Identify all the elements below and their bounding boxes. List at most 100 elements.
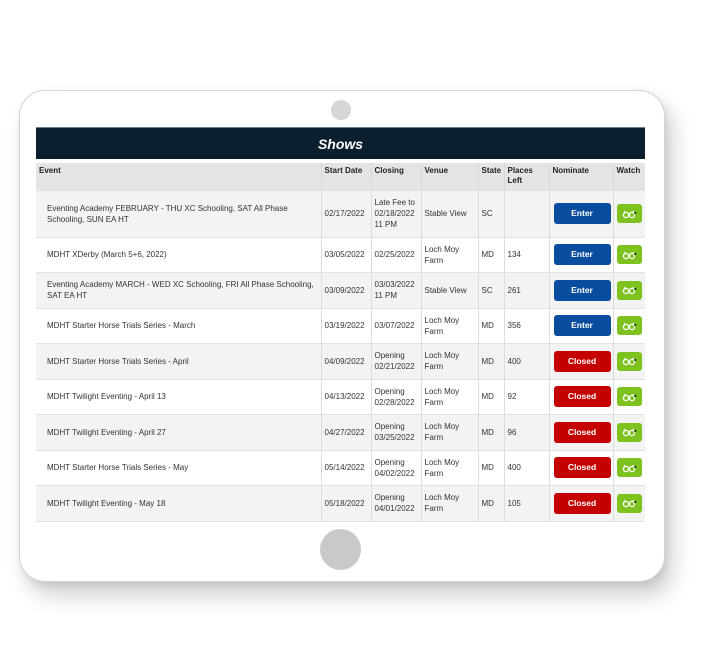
table-row: MDHT Twilight Eventing - April 27 04/27/2… bbox=[36, 414, 645, 451]
event-name: Eventing Academy FEBRUARY - THU XC Schoo… bbox=[47, 203, 288, 224]
cell-closing: Late Fee to 02/18/2022 11 PM bbox=[371, 191, 422, 238]
cell-places-left: 134 bbox=[504, 237, 550, 273]
cell-state: MD bbox=[478, 308, 505, 344]
cell-places-left: 356 bbox=[504, 308, 550, 344]
glasses-plus-icon bbox=[622, 429, 636, 437]
cell-watch bbox=[613, 191, 645, 238]
column-header-places-left[interactable]: Places Left bbox=[504, 163, 550, 191]
column-header-event[interactable]: Event bbox=[36, 163, 322, 191]
glasses-plus-icon bbox=[622, 464, 636, 472]
shows-panel: Shows Event Start Date Closing Venue Sta… bbox=[36, 127, 645, 522]
watch-button[interactable] bbox=[616, 245, 642, 265]
closed-button[interactable]: Closed bbox=[553, 492, 611, 514]
cell-event: MDHT Starter Horse Trials Series - March bbox=[36, 308, 322, 344]
event-name: MDHT Starter Horse Trials Series - April bbox=[47, 356, 189, 366]
column-header-venue[interactable]: Venue bbox=[421, 163, 479, 191]
watch-button[interactable] bbox=[616, 387, 642, 407]
glasses-plus-icon bbox=[622, 251, 636, 259]
cell-event: MDHT Starter Horse Trials Series - April bbox=[36, 343, 322, 380]
column-header-closing[interactable]: Closing bbox=[371, 163, 422, 191]
cell-closing: Opening 04/01/2022 bbox=[371, 485, 422, 522]
cell-watch bbox=[613, 450, 645, 486]
cell-venue: Loch Moy Farm bbox=[421, 379, 479, 415]
cell-event: MDHT Twilight Eventing - May 18 bbox=[36, 485, 322, 522]
closed-button[interactable]: Closed bbox=[553, 350, 611, 372]
cell-places-left: 400 bbox=[504, 343, 550, 380]
cell-nominate: Closed bbox=[549, 414, 614, 451]
watch-button[interactable] bbox=[616, 422, 642, 442]
cell-places-left bbox=[504, 191, 550, 238]
panel-title: Shows bbox=[36, 127, 645, 159]
event-name: Eventing Academy MARCH - WED XC Schoolin… bbox=[47, 280, 314, 301]
cell-event: MDHT Starter Horse Trials Series - May bbox=[36, 450, 322, 486]
cell-watch bbox=[613, 414, 645, 451]
glasses-plus-icon bbox=[622, 358, 636, 366]
cell-watch bbox=[613, 272, 645, 309]
cell-closing: 02/25/2022 bbox=[371, 237, 422, 273]
cell-closing: Opening 04/02/2022 bbox=[371, 450, 422, 486]
column-header-start-date[interactable]: Start Date bbox=[321, 163, 372, 191]
glasses-plus-icon bbox=[622, 322, 636, 330]
cell-start-date: 04/09/2022 bbox=[321, 343, 372, 380]
enter-button[interactable]: Enter bbox=[553, 315, 611, 337]
cell-nominate: Closed bbox=[549, 450, 614, 486]
cell-venue: Loch Moy Farm bbox=[421, 450, 479, 486]
cell-nominate: Closed bbox=[549, 485, 614, 522]
cell-venue: Loch Moy Farm bbox=[421, 237, 479, 273]
watch-button[interactable] bbox=[616, 493, 642, 513]
cell-venue: Stable View bbox=[421, 191, 479, 238]
watch-button[interactable] bbox=[616, 204, 642, 224]
closed-button[interactable]: Closed bbox=[553, 457, 611, 479]
closed-button[interactable]: Closed bbox=[553, 386, 611, 408]
event-name: MDHT Twilight Eventing - April 13 bbox=[47, 392, 166, 402]
glasses-plus-icon bbox=[622, 500, 636, 508]
table-header-row: Event Start Date Closing Venue State Pla… bbox=[36, 163, 645, 191]
cell-nominate: Enter bbox=[549, 308, 614, 344]
cell-watch bbox=[613, 308, 645, 344]
cell-state: MD bbox=[478, 343, 505, 380]
watch-button[interactable] bbox=[616, 280, 642, 300]
column-header-watch: Watch bbox=[613, 163, 645, 191]
cell-start-date: 04/13/2022 bbox=[321, 379, 372, 415]
cell-nominate: Enter bbox=[549, 272, 614, 309]
cell-state: MD bbox=[478, 450, 505, 486]
cell-venue: Loch Moy Farm bbox=[421, 343, 479, 380]
tablet-home-button bbox=[320, 529, 361, 570]
enter-button[interactable]: Enter bbox=[553, 203, 611, 225]
cell-state: MD bbox=[478, 414, 505, 451]
cell-nominate: Enter bbox=[549, 237, 614, 273]
closed-button[interactable]: Closed bbox=[553, 421, 611, 443]
cell-closing: 03/03/2022 11 PM bbox=[371, 272, 422, 309]
watch-button[interactable] bbox=[616, 458, 642, 478]
event-name: MDHT Twilight Eventing - April 27 bbox=[47, 427, 166, 437]
cell-start-date: 03/19/2022 bbox=[321, 308, 372, 344]
table-row: MDHT Twilight Eventing - April 13 04/13/2… bbox=[36, 379, 645, 415]
cell-places-left: 261 bbox=[504, 272, 550, 309]
cell-watch bbox=[613, 343, 645, 380]
tablet-camera bbox=[331, 100, 351, 120]
watch-button[interactable] bbox=[616, 351, 642, 371]
cell-watch bbox=[613, 237, 645, 273]
cell-venue: Loch Moy Farm bbox=[421, 308, 479, 344]
cell-venue: Loch Moy Farm bbox=[421, 414, 479, 451]
cell-state: SC bbox=[478, 191, 505, 238]
cell-event: MDHT Twilight Eventing - April 13 bbox=[36, 379, 322, 415]
table-row: MDHT Twilight Eventing - May 18 05/18/202… bbox=[36, 485, 645, 522]
cell-start-date: 04/27/2022 bbox=[321, 414, 372, 451]
cell-nominate: Closed bbox=[549, 343, 614, 380]
glasses-plus-icon bbox=[622, 210, 636, 218]
cell-places-left: 400 bbox=[504, 450, 550, 486]
cell-watch bbox=[613, 379, 645, 415]
cell-event: Eventing Academy MARCH - WED XC Schoolin… bbox=[36, 272, 322, 309]
enter-button[interactable]: Enter bbox=[553, 244, 611, 266]
cell-state: MD bbox=[478, 379, 505, 415]
watch-button[interactable] bbox=[616, 316, 642, 336]
event-name: MDHT Twilight Eventing - May 18 bbox=[47, 498, 166, 508]
column-header-state[interactable]: State bbox=[478, 163, 505, 191]
cell-event: MDHT XDerby (March 5+6, 2022) bbox=[36, 237, 322, 273]
event-name: MDHT Starter Horse Trials Series - March bbox=[47, 321, 196, 331]
cell-nominate: Enter bbox=[549, 191, 614, 238]
cell-event: Eventing Academy FEBRUARY - THU XC Schoo… bbox=[36, 191, 322, 238]
table-row: MDHT Starter Horse Trials Series - March… bbox=[36, 308, 645, 344]
enter-button[interactable]: Enter bbox=[553, 279, 611, 301]
